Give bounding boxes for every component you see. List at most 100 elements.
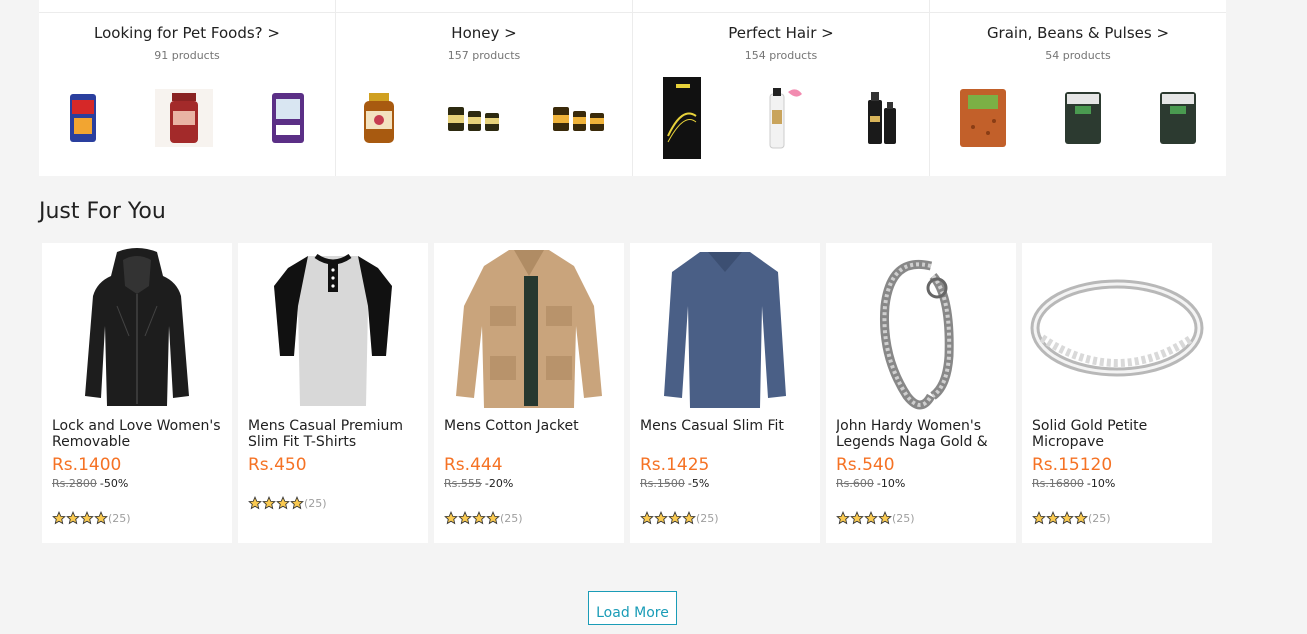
- product-price: Rs.1400: [52, 455, 122, 475]
- product-image[interactable]: [434, 243, 624, 413]
- product-card[interactable]: John Hardy Women's Legends Naga Gold & R…: [826, 243, 1016, 543]
- category-title[interactable]: Looking for Pet Foods? >: [39, 24, 335, 42]
- star-icon: [864, 511, 878, 525]
- product-price: Rs.444: [444, 455, 503, 475]
- lentils-bag-image[interactable]: [958, 87, 1008, 149]
- product-rating: (25): [1032, 511, 1111, 525]
- category-count: 54 products: [1045, 49, 1111, 62]
- leather-jacket-image: [85, 247, 189, 406]
- product-name[interactable]: Solid Gold Petite Micropave: [1032, 418, 1204, 450]
- product-old-price: Rs.600 -10%: [836, 477, 905, 490]
- product-name[interactable]: Mens Casual Premium Slim Fit T-Shirts: [248, 418, 420, 450]
- discount-badge: -20%: [484, 477, 514, 490]
- product-rating: (25): [248, 496, 327, 510]
- category-thumbnails: [930, 72, 1226, 164]
- honey-set-image[interactable]: [446, 103, 502, 133]
- discount-badge: -10%: [876, 477, 906, 490]
- category-title[interactable]: Honey >: [336, 24, 632, 42]
- star-icon: [52, 511, 66, 525]
- category-grain-beans-pulses[interactable]: Grain, Beans & Pulses > 54 products: [930, 0, 1226, 176]
- star-icon: [1046, 511, 1060, 525]
- product-rating: (25): [52, 511, 131, 525]
- discount-badge: -50%: [99, 477, 129, 490]
- product-name[interactable]: Mens Cotton Jacket: [444, 418, 616, 450]
- product-card[interactable]: Mens Casual Slim Fit Rs.1425 Rs.1500 -5% …: [630, 243, 820, 543]
- product-price: Rs.540: [836, 455, 895, 475]
- product-image[interactable]: [826, 243, 1016, 413]
- star-icon: [458, 511, 472, 525]
- category-pet-foods[interactable]: Looking for Pet Foods? > 91 products: [39, 0, 336, 176]
- product-card[interactable]: Mens Casual Premium Slim Fit T-Shirts Rs…: [238, 243, 428, 543]
- ring-image: [1030, 279, 1203, 377]
- product-image[interactable]: [42, 243, 232, 413]
- category-perfect-hair[interactable]: Perfect Hair > 154 products: [633, 0, 930, 176]
- original-price: Rs.16800: [1032, 477, 1084, 490]
- original-price: Rs.1500: [640, 477, 685, 490]
- cotton-jacket-image: [456, 249, 602, 408]
- henley-tshirt-image: [274, 253, 392, 406]
- star-icon: [444, 511, 458, 525]
- product-name[interactable]: John Hardy Women's Legends Naga Gold &: [836, 418, 1008, 450]
- hair-oil-bottles-image[interactable]: [864, 90, 900, 146]
- review-count: (25): [500, 511, 523, 525]
- section-title: Just For You: [39, 199, 166, 224]
- category-honey[interactable]: Honey > 157 products: [336, 0, 633, 176]
- star-icon: [654, 511, 668, 525]
- star-icon: [276, 496, 290, 510]
- divider: [39, 12, 335, 13]
- category-thumbnails: [633, 72, 929, 164]
- honey-jar-image[interactable]: [361, 91, 397, 145]
- star-icon: [668, 511, 682, 525]
- star-icon: [486, 511, 500, 525]
- product-old-price: Rs.16800 -10%: [1032, 477, 1115, 490]
- category-strip: Looking for Pet Foods? > 91 products Hon…: [39, 0, 1226, 176]
- product-rating: (25): [836, 511, 915, 525]
- star-icon: [1074, 511, 1088, 525]
- pulses-bag-image[interactable]: [1158, 90, 1198, 146]
- hair-serum-box-image[interactable]: [662, 76, 702, 160]
- pet-food-pouch-image[interactable]: [270, 91, 306, 145]
- product-image[interactable]: [1022, 243, 1212, 413]
- pet-food-bag-image[interactable]: [68, 92, 98, 144]
- pet-food-jar-image[interactable]: [154, 89, 213, 147]
- product-grid: Lock and Love Women's Removable Rs.1400 …: [42, 243, 1212, 543]
- star-icon: [80, 511, 94, 525]
- product-rating: (25): [444, 511, 523, 525]
- star-icon: [1060, 511, 1074, 525]
- product-price: Rs.450: [248, 455, 307, 475]
- discount-badge: -5%: [687, 477, 710, 490]
- product-old-price: Rs.1500 -5%: [640, 477, 709, 490]
- product-card[interactable]: Solid Gold Petite Micropave Rs.15120 Rs.…: [1022, 243, 1212, 543]
- product-image[interactable]: [238, 243, 428, 413]
- honey-set-image[interactable]: [551, 103, 607, 133]
- original-price: Rs.600: [836, 477, 874, 490]
- review-count: (25): [696, 511, 719, 525]
- star-icon: [248, 496, 262, 510]
- shampoo-bottle-image[interactable]: [760, 86, 806, 150]
- product-card[interactable]: Lock and Love Women's Removable Rs.1400 …: [42, 243, 232, 543]
- star-icon: [640, 511, 654, 525]
- category-title[interactable]: Perfect Hair >: [633, 24, 929, 42]
- review-count: (25): [1088, 511, 1111, 525]
- bracelet-image: [880, 259, 954, 409]
- product-name[interactable]: Mens Casual Slim Fit: [640, 418, 812, 450]
- review-count: (25): [304, 496, 327, 510]
- category-title[interactable]: Grain, Beans & Pulses >: [930, 24, 1226, 42]
- star-icon: [682, 511, 696, 525]
- product-card[interactable]: Mens Cotton Jacket Rs.444 Rs.555 -20% (25…: [434, 243, 624, 543]
- star-icon: [94, 511, 108, 525]
- category-thumbnails: [39, 72, 335, 164]
- beans-bag-image[interactable]: [1063, 90, 1103, 146]
- category-count: 91 products: [154, 49, 220, 62]
- product-price: Rs.15120: [1032, 455, 1113, 475]
- original-price: Rs.2800: [52, 477, 97, 490]
- review-count: (25): [108, 511, 131, 525]
- product-price: Rs.1425: [640, 455, 710, 475]
- product-old-price: Rs.2800 -50%: [52, 477, 128, 490]
- product-rating: (25): [640, 511, 719, 525]
- star-icon: [1032, 511, 1046, 525]
- star-icon: [878, 511, 892, 525]
- slim-fit-shirt-image: [664, 251, 786, 408]
- product-name[interactable]: Lock and Love Women's Removable: [52, 418, 224, 450]
- product-image[interactable]: [630, 243, 820, 413]
